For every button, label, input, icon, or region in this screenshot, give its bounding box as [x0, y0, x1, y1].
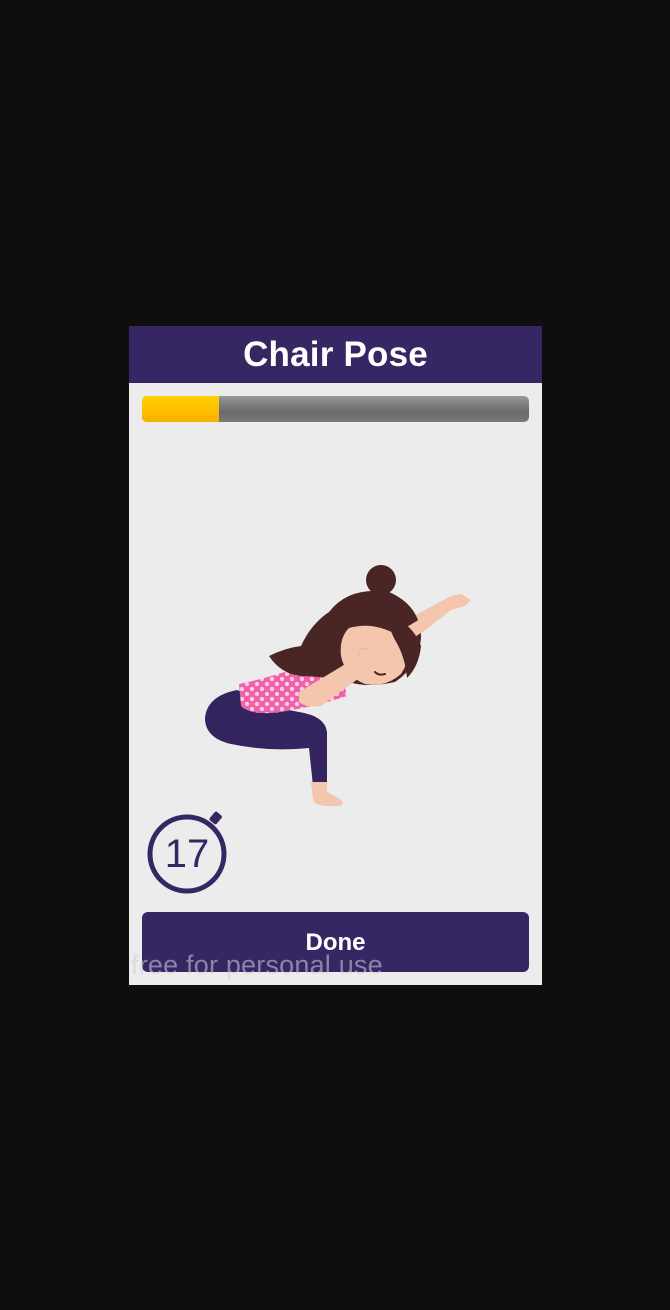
watermark: free for personal use: [131, 950, 383, 980]
timer-value: 17: [164, 832, 210, 876]
progress-bar-fill: [142, 396, 220, 422]
exercise-dialog: Chair Pose 17 Done: [129, 326, 542, 985]
screen: Chair Pose 17 Done free for personal use: [0, 0, 670, 1310]
title-bar: Chair Pose: [129, 326, 542, 383]
timer: 17: [145, 810, 229, 894]
pose-title: Chair Pose: [243, 334, 428, 374]
progress-bar: [142, 396, 529, 422]
girl-chair-pose-illustration: [189, 556, 489, 806]
